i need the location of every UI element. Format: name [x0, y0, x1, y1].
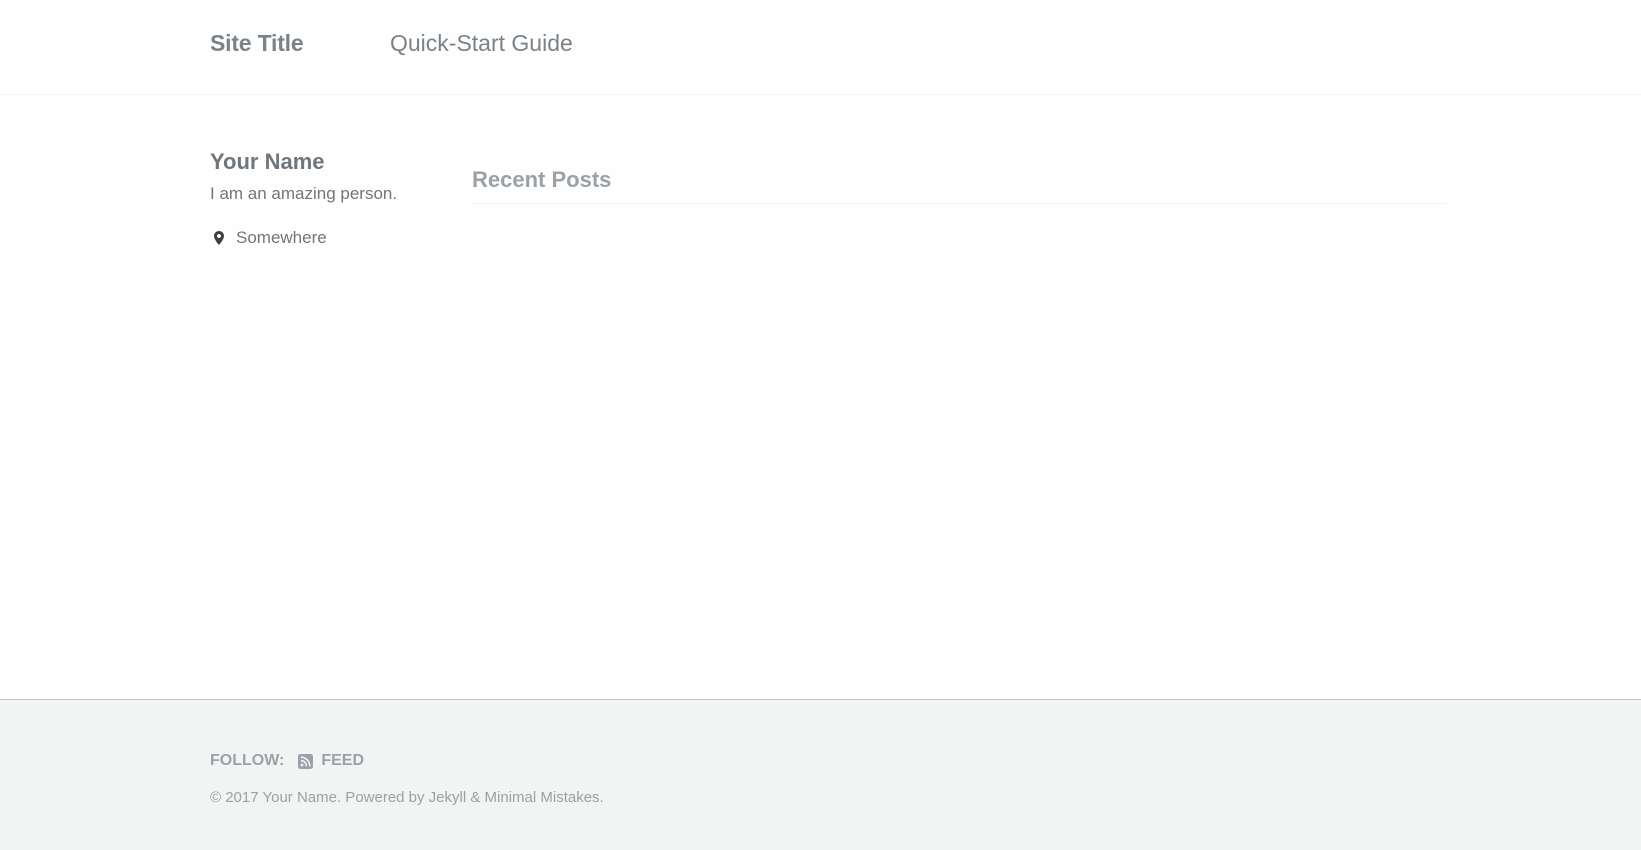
author-location: Somewhere: [210, 227, 440, 249]
rss-square-icon: [298, 753, 314, 769]
copyright-text: © 2017 Your Name. Powered by Jekyll & Mi…: [210, 789, 604, 806]
footer-follow: Follow: Feed: [210, 752, 364, 770]
author-bio: I am an amazing person.: [210, 184, 398, 203]
masthead: Site Title Quick-Start Guide: [0, 0, 1641, 95]
follow-label: Follow:: [210, 752, 285, 769]
page-footer: Follow: Feed © 2017 Your Name. Powered b…: [0, 699, 1641, 850]
author-name: Your Name: [210, 149, 325, 174]
recent-posts-heading: Recent Posts: [472, 165, 1446, 204]
main-content: Recent Posts: [472, 165, 1446, 204]
site-title-link[interactable]: Site Title: [210, 30, 304, 57]
author-sidebar: Your Name I am an amazing person. Somewh…: [210, 147, 440, 249]
feed-link[interactable]: Feed: [298, 752, 364, 770]
nav-item-quick-start-guide[interactable]: Quick-Start Guide: [390, 30, 573, 57]
map-marker-icon: [210, 227, 236, 249]
author-location-text: Somewhere: [236, 228, 327, 247]
feed-label: Feed: [321, 752, 365, 769]
